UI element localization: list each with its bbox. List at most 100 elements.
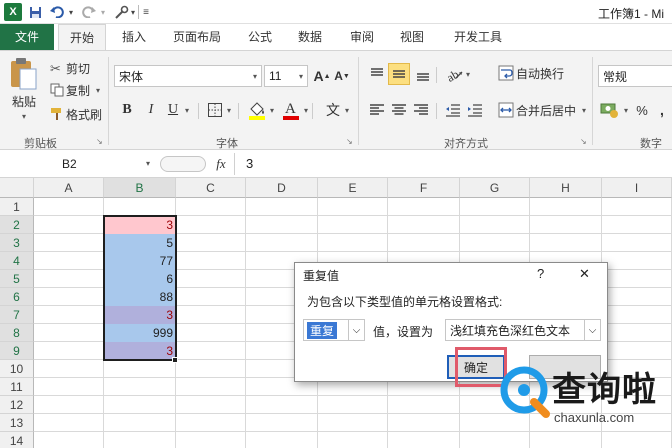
merge-center-button[interactable]: 合并后居中 — [516, 102, 576, 118]
select-all-corner[interactable] — [0, 178, 34, 198]
tab-file[interactable]: 文件 — [0, 24, 54, 50]
tab-developer[interactable]: 开发工具 — [448, 24, 508, 50]
column-header[interactable]: G — [460, 178, 530, 198]
comma-style-button[interactable]: , — [656, 99, 668, 121]
close-icon[interactable]: ✕ — [579, 266, 590, 282]
phonetic-dropdown-icon[interactable]: ▾ — [343, 105, 351, 115]
wrap-text-button[interactable]: 自动换行 — [516, 65, 564, 81]
save-icon[interactable] — [26, 3, 44, 21]
value-type-select[interactable]: 重复 ⌵ — [303, 319, 365, 341]
align-middle-icon[interactable] — [388, 63, 410, 85]
merge-center-icon — [498, 102, 514, 118]
fill-handle[interactable] — [172, 357, 178, 363]
formula-input[interactable]: 3 — [246, 156, 253, 171]
copy-button[interactable]: 复制 — [66, 82, 90, 98]
row-header[interactable]: 1 — [0, 198, 34, 216]
align-right-icon[interactable] — [412, 101, 430, 119]
row-header[interactable]: 13 — [0, 414, 34, 432]
dialog-title: 重复值 — [303, 269, 340, 283]
paste-button[interactable]: 粘贴 — [8, 93, 40, 109]
name-box-dropdown-icon[interactable]: ▾ — [146, 159, 150, 168]
increase-font-size-icon[interactable]: A ▲ — [313, 65, 330, 87]
insert-function-icon[interactable]: fx — [212, 156, 230, 172]
copy-dropdown-icon[interactable]: ▾ — [94, 85, 102, 95]
column-header[interactable]: H — [530, 178, 602, 198]
alignment-launcher-icon[interactable]: ↘ — [580, 137, 587, 146]
underline-button[interactable]: U — [164, 99, 182, 121]
help-icon[interactable]: ? — [537, 266, 544, 281]
font-launcher-icon[interactable]: ↘ — [346, 137, 353, 146]
formula-bar-splitter[interactable] — [160, 156, 206, 172]
column-header[interactable]: I — [602, 178, 672, 198]
accounting-dropdown-icon[interactable]: ▾ — [622, 105, 630, 115]
customize-qat-icon[interactable]: ≡ — [140, 3, 152, 21]
font-name-box[interactable]: 宋体 ▾ — [114, 65, 262, 87]
row-header[interactable]: 12 — [0, 396, 34, 414]
align-bottom-icon[interactable] — [414, 65, 432, 83]
underline-dropdown-icon[interactable]: ▾ — [183, 105, 191, 115]
font-size-box[interactable]: 11 ▾ — [264, 65, 308, 87]
tab-page-layout[interactable]: 页面布局 — [164, 24, 230, 50]
row-header[interactable]: 5 — [0, 270, 34, 288]
fill-color-dropdown-icon[interactable]: ▾ — [268, 105, 276, 115]
row-header[interactable]: 8 — [0, 324, 34, 342]
font-color-dropdown-icon[interactable]: ▾ — [302, 105, 310, 115]
orientation-icon[interactable]: ab — [444, 64, 464, 85]
increase-indent-icon[interactable] — [466, 101, 484, 119]
row-header[interactable]: 11 — [0, 378, 34, 396]
tab-home[interactable]: 开始 — [58, 24, 106, 51]
row-header[interactable]: 7 — [0, 306, 34, 324]
cut-button[interactable]: 剪切 — [66, 60, 90, 76]
format-painter-button[interactable]: 格式刷 — [66, 106, 102, 122]
column-header[interactable]: C — [176, 178, 246, 198]
borders-icon[interactable] — [207, 102, 223, 118]
row-header[interactable]: 4 — [0, 252, 34, 270]
font-color-icon[interactable]: A — [282, 99, 300, 121]
undo-dropdown-icon[interactable]: ▾ — [66, 3, 76, 21]
italic-button[interactable]: I — [142, 99, 160, 121]
tab-review[interactable]: 审阅 — [342, 24, 382, 50]
number-format-box[interactable]: 常规 — [598, 65, 672, 87]
bold-button[interactable]: B — [118, 99, 136, 121]
column-header[interactable]: D — [246, 178, 318, 198]
tab-formulas[interactable]: 公式 — [240, 24, 280, 50]
column-header[interactable]: E — [318, 178, 388, 198]
percent-style-button[interactable]: % — [634, 99, 650, 121]
tab-data[interactable]: 数据 — [290, 24, 330, 50]
borders-dropdown-icon[interactable]: ▾ — [225, 105, 233, 115]
group-separator — [108, 57, 109, 145]
decrease-font-size-icon[interactable]: A ▼ — [334, 65, 350, 87]
tab-insert[interactable]: 插入 — [114, 24, 154, 50]
tools-dropdown-icon[interactable]: ▾ — [128, 3, 138, 21]
ribbon: 粘贴 ▾ ✂ 剪切 复制 ▾ 格式刷 剪贴板 ↘ 宋体 ▾ 11 ▾ A ▲ A ▼… — [0, 50, 672, 150]
row-header[interactable]: 6 — [0, 288, 34, 306]
align-center-icon[interactable] — [390, 101, 408, 119]
column-header-selected[interactable]: B — [104, 178, 176, 198]
decrease-indent-icon[interactable] — [444, 101, 462, 119]
redo-dropdown-icon[interactable]: ▾ — [98, 3, 108, 21]
merge-dropdown-icon[interactable]: ▾ — [580, 105, 588, 115]
redo-icon[interactable] — [80, 3, 98, 21]
row-header[interactable]: 10 — [0, 360, 34, 378]
row-header[interactable]: 14 — [0, 432, 34, 448]
undo-icon[interactable] — [48, 3, 66, 21]
format-select[interactable]: 浅红填充色深红色文本 ⌵ — [445, 319, 601, 341]
name-box[interactable]: B2 — [2, 154, 158, 174]
column-header[interactable]: A — [34, 178, 104, 198]
phonetic-guide-icon[interactable]: 文 — [324, 99, 342, 121]
row-header[interactable]: 9 — [0, 342, 34, 360]
column-header[interactable]: F — [388, 178, 460, 198]
row-header[interactable]: 2 — [0, 216, 34, 234]
paste-icon[interactable] — [8, 57, 38, 91]
fill-color-icon[interactable] — [248, 100, 266, 120]
excel-logo-icon: X — [4, 3, 22, 21]
row-header[interactable]: 3 — [0, 234, 34, 252]
orientation-dropdown-icon[interactable]: ▾ — [464, 69, 472, 79]
tab-view[interactable]: 视图 — [392, 24, 432, 50]
accounting-format-icon[interactable] — [600, 101, 620, 119]
clipboard-launcher-icon[interactable]: ↘ — [96, 137, 103, 146]
font-size-dropdown-icon: ▾ — [298, 71, 303, 81]
paste-dropdown-icon[interactable]: ▾ — [18, 111, 30, 121]
align-left-icon[interactable] — [368, 101, 386, 119]
align-top-icon[interactable] — [368, 65, 386, 83]
